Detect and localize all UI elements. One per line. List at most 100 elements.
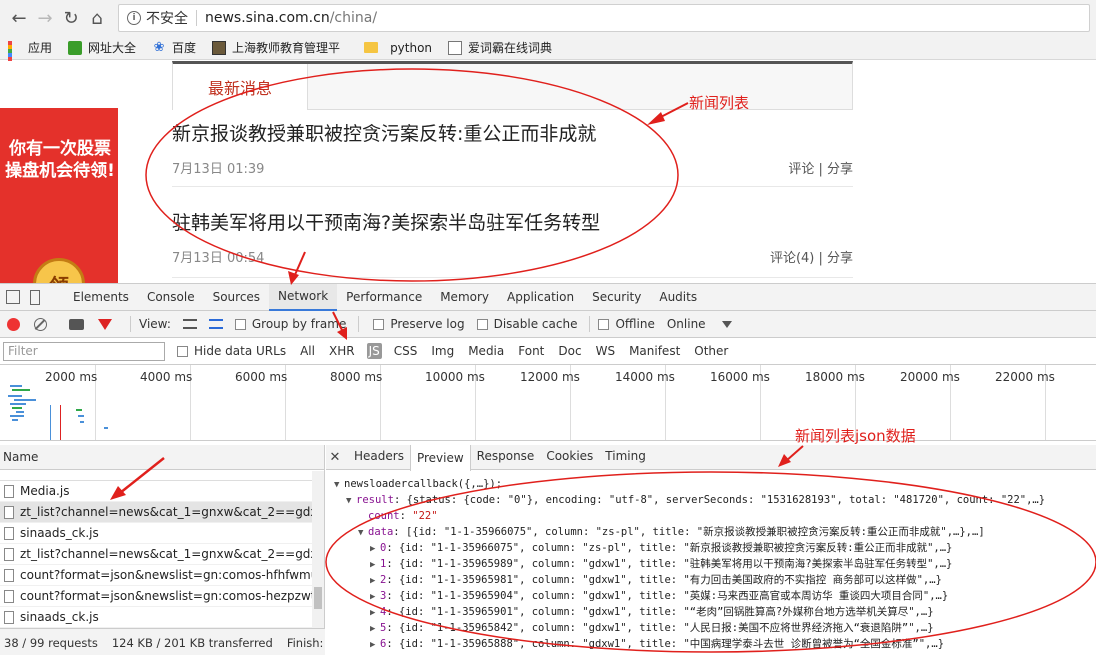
stock-ad-banner[interactable]: 你有一次股票操盘机会待领! 领: [0, 108, 118, 283]
tab-security[interactable]: Security: [583, 284, 650, 311]
expanded-arrow-icon[interactable]: ▼: [358, 525, 368, 541]
filter-type-all[interactable]: All: [298, 343, 317, 359]
filter-type-img[interactable]: Img: [429, 343, 456, 359]
filter-type-font[interactable]: Font: [516, 343, 546, 359]
clear-icon[interactable]: [34, 317, 47, 331]
bookmark-teacher-platform[interactable]: 上海教师教育管理平: [212, 39, 340, 56]
scrollbar[interactable]: [312, 471, 324, 629]
filter-type-manifest[interactable]: Manifest: [627, 343, 682, 359]
filter-type-other[interactable]: Other: [692, 343, 730, 359]
collapsed-arrow-icon[interactable]: ▶: [370, 557, 380, 573]
collapsed-arrow-icon[interactable]: ▶: [370, 589, 380, 605]
group-by-frame-toggle[interactable]: Group by frame: [234, 317, 346, 331]
news-title-link[interactable]: 新京报谈教授兼职被控贪污案反转:重公正而非成就: [172, 119, 853, 146]
json-tree-line[interactable]: ▼ result: {status: {code: "0"}, encoding:…: [326, 492, 1096, 508]
json-tree-line[interactable]: count: "22": [326, 508, 1096, 524]
tab-sources[interactable]: Sources: [204, 284, 269, 311]
request-row[interactable]: Media.js: [0, 481, 324, 502]
checkbox[interactable]: [476, 318, 488, 330]
offline-toggle[interactable]: Offline: [598, 317, 655, 331]
home-button[interactable]: ⌂: [84, 5, 110, 31]
large-rows-icon[interactable]: [182, 319, 197, 329]
bookmark-apps[interactable]: 应用: [8, 39, 52, 77]
collapsed-arrow-icon[interactable]: ▶: [370, 573, 380, 589]
tab-memory[interactable]: Memory: [431, 284, 498, 311]
forward-button[interactable]: →: [32, 5, 58, 31]
collapsed-arrow-icon[interactable]: ▶: [370, 637, 380, 652]
tab-network[interactable]: Network: [269, 283, 338, 311]
detail-tab-cookies[interactable]: Cookies: [540, 444, 599, 469]
tab-elements[interactable]: Elements: [64, 284, 138, 311]
detail-tab-timing[interactable]: Timing: [599, 444, 652, 469]
filter-input[interactable]: Filter: [3, 341, 165, 361]
bookmark-iciba[interactable]: 爱词霸在线词典: [448, 39, 552, 56]
filter-type-media[interactable]: Media: [466, 343, 506, 359]
json-tree-line[interactable]: ▶ 4: {id: "1-1-35965901", column: "gdxw1"…: [326, 604, 1096, 620]
back-button[interactable]: ←: [6, 5, 32, 31]
ad-badge[interactable]: 领: [33, 258, 85, 283]
preserve-log-toggle[interactable]: Preserve log: [373, 317, 465, 331]
detail-tab-response[interactable]: Response: [471, 444, 541, 469]
tab-application[interactable]: Application: [498, 284, 583, 311]
request-row[interactable]: sinaads_ck.js: [0, 607, 324, 628]
news-title-link[interactable]: 驻韩美军将用以干预南海?美探索半岛驻军任务转型: [172, 208, 853, 235]
expanded-arrow-icon[interactable]: ▼: [334, 477, 344, 493]
tab-audits[interactable]: Audits: [650, 284, 706, 311]
checkbox[interactable]: [373, 318, 385, 330]
record-icon[interactable]: [7, 317, 20, 331]
news-actions[interactable]: 评论(4) | 分享: [770, 247, 853, 266]
request-row[interactable]: count?format=json&newslist=gn:comos-hezp…: [0, 586, 324, 607]
view-label: View:: [139, 317, 171, 331]
json-tree-line[interactable]: ▶ 0: {id: "1-1-35966075", column: "zs-pl"…: [326, 540, 1096, 556]
request-row[interactable]: zt_list?channel=news&cat_1=gnxw&cat_2==g…: [0, 502, 324, 523]
hide-data-urls-toggle[interactable]: Hide data URLs: [177, 344, 286, 358]
filter-funnel-icon[interactable]: [98, 318, 112, 330]
bookmark-hao123[interactable]: 网址大全: [68, 39, 136, 56]
request-row[interactable]: zt_list?channel=news&cat_1=gnxw&cat_2==g…: [0, 544, 324, 565]
collapsed-arrow-icon[interactable]: ▶: [370, 541, 380, 557]
filter-type-js[interactable]: JS: [366, 343, 382, 359]
json-tree-line[interactable]: ▼ newsloadercallback({,…});: [326, 476, 1096, 492]
expanded-arrow-icon[interactable]: ▼: [346, 493, 356, 509]
address-bar[interactable]: i 不安全 news.sina.com.cn/china/: [118, 4, 1090, 32]
json-tree-line[interactable]: ▶ 5: {id: "1-1-35965842", column: "gdxw1"…: [326, 620, 1096, 636]
tab-latest-news[interactable]: 最新消息: [173, 64, 308, 110]
bookmark-python[interactable]: python: [364, 41, 432, 55]
json-tree-line[interactable]: ▶ 3: {id: "1-1-35965904", column: "gdxw1"…: [326, 588, 1096, 604]
detail-tab-headers[interactable]: Headers: [348, 444, 410, 469]
throttle-select[interactable]: Online: [667, 317, 732, 331]
json-tree-line[interactable]: ▶ 6: {id: "1-1-35965888", column: "gdxw1"…: [326, 636, 1096, 652]
bookmark-baidu[interactable]: ❀ 百度: [152, 39, 196, 56]
checkbox[interactable]: [234, 318, 246, 330]
request-row-partial[interactable]: [0, 470, 324, 481]
disable-cache-toggle[interactable]: Disable cache: [476, 317, 577, 331]
info-icon[interactable]: i: [127, 11, 141, 25]
waterfall-overview-icon[interactable]: [208, 319, 223, 329]
filter-type-xhr[interactable]: XHR: [327, 343, 357, 359]
security-label[interactable]: 不安全: [146, 8, 188, 28]
json-tree-line[interactable]: ▶ 1: {id: "1-1-35965989", column: "gdxw1"…: [326, 556, 1096, 572]
detail-tab-preview[interactable]: Preview: [409, 444, 471, 471]
news-actions[interactable]: 评论 | 分享: [788, 158, 853, 177]
json-tree-line[interactable]: ▶ 2: {id: "1-1-35965981", column: "gdxw1"…: [326, 572, 1096, 588]
json-tree-line[interactable]: ▼ data: [{id: "1-1-35966075", column: "zs…: [326, 524, 1096, 540]
checkbox[interactable]: [177, 345, 188, 357]
filter-type-css[interactable]: CSS: [392, 343, 420, 359]
scroll-thumb[interactable]: [314, 587, 322, 609]
camera-icon[interactable]: [69, 318, 84, 330]
filter-type-ws[interactable]: WS: [594, 343, 617, 359]
name-column-header[interactable]: Name: [0, 445, 324, 470]
checkbox[interactable]: [598, 318, 610, 330]
inspect-element-icon[interactable]: [6, 290, 20, 304]
bookmark-label: python: [390, 40, 433, 55]
device-toolbar-icon[interactable]: [30, 289, 40, 305]
tab-performance[interactable]: Performance: [337, 284, 431, 311]
collapsed-arrow-icon[interactable]: ▶: [370, 605, 380, 621]
reload-button[interactable]: ↻: [58, 5, 84, 31]
collapsed-arrow-icon[interactable]: ▶: [370, 621, 380, 637]
tab-console[interactable]: Console: [138, 284, 204, 311]
request-row[interactable]: count?format=json&newslist=gn:comos-hfhf…: [0, 565, 324, 586]
filter-type-doc[interactable]: Doc: [556, 343, 583, 359]
request-row[interactable]: sinaads_ck.js: [0, 523, 324, 544]
close-icon[interactable]: ✕: [326, 450, 344, 465]
